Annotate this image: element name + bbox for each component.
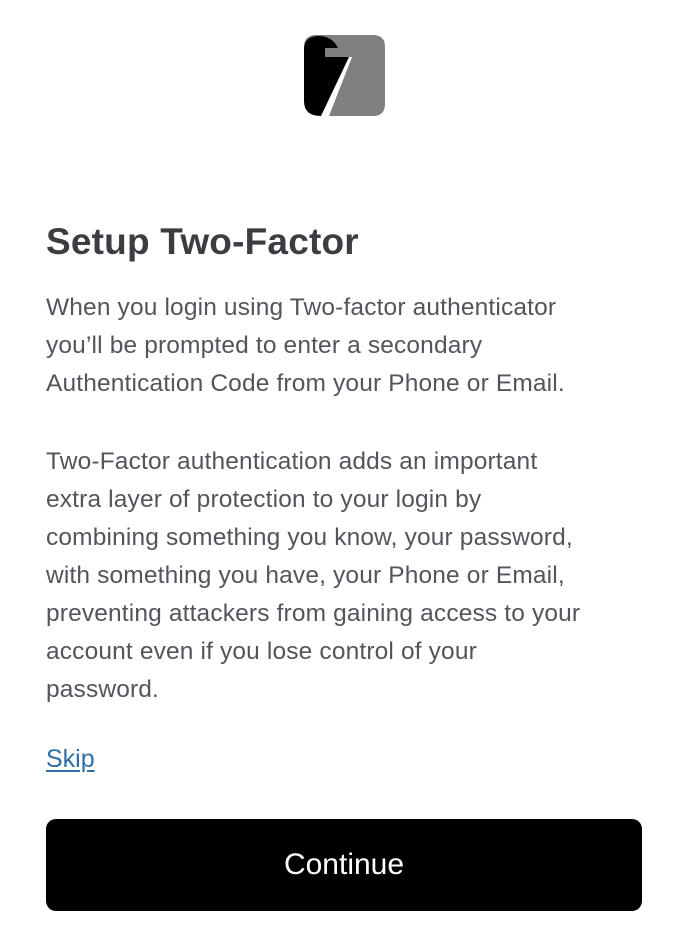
paragraph-line: password. xyxy=(46,676,160,703)
paragraph-line: extra layer of protection to your login … xyxy=(46,486,482,513)
paragraph-line: combining something you know, your passw… xyxy=(46,524,573,551)
brand-logo-icon xyxy=(303,35,385,116)
paragraph-line: you’ll be prompted to enter a secondary xyxy=(46,332,483,359)
paragraph-line: When you login using Two-factor authenti… xyxy=(46,294,557,321)
continue-button[interactable]: Continue xyxy=(46,819,642,911)
page-title: Setup Two-Factor xyxy=(46,221,359,262)
paragraph-line: preventing attackers from gaining access… xyxy=(46,600,581,627)
explanation-paragraph: Two-Factor authentication adds an import… xyxy=(46,443,646,709)
paragraph-line: Authentication Code from your Phone or E… xyxy=(46,370,565,397)
paragraph-line: Two-Factor authentication adds an import… xyxy=(46,448,538,475)
paragraph-line: account even if you lose control of your xyxy=(46,638,477,665)
intro-paragraph: When you login using Two-factor authenti… xyxy=(46,289,646,403)
paragraph-line: with something you have, your Phone or E… xyxy=(46,562,565,589)
skip-link[interactable]: Skip xyxy=(46,745,95,774)
